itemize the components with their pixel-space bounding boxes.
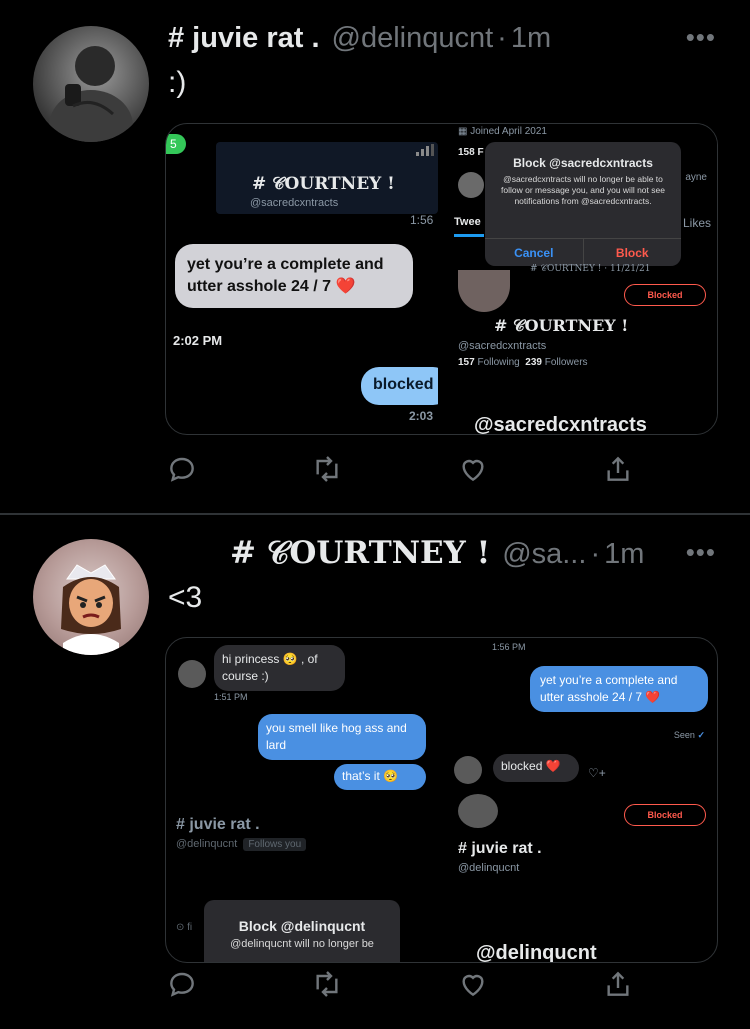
tweet-header: # 𝒞OURTNEY ! @sa... · 1m: [230, 535, 644, 572]
reply-icon[interactable]: [165, 452, 199, 486]
message-time: 1:56: [410, 213, 434, 227]
avatar: [458, 270, 510, 312]
dialog-body: @delinqucnt will no longer be: [230, 938, 374, 950]
avatar: [178, 660, 206, 688]
timestamp[interactable]: 1m: [511, 22, 551, 55]
blocked-button: Blocked: [624, 804, 706, 826]
profile-name: # 𝒞OURTNEY !: [494, 316, 629, 335]
timestamp[interactable]: 1m: [604, 538, 644, 571]
dm-screenshot: 1:56 PM yet you’re a complete and utter …: [438, 638, 717, 963]
location-icon: ⊙ fi: [176, 922, 193, 933]
tweet-header: # juvie rat . @delinqucnt · 1m: [168, 22, 551, 55]
avatar: [454, 756, 482, 784]
sent-message: that’s it 🥺: [334, 764, 426, 790]
tweet-actions: [165, 967, 635, 1001]
dialog-title: Block @delinqucnt: [238, 918, 366, 934]
avatar[interactable]: [33, 539, 149, 655]
avatar: [458, 794, 498, 828]
avatar-cartoon: [61, 564, 121, 655]
tweet-media[interactable]: hi princess 🥺 , of course :) 1:51 PM you…: [165, 637, 718, 963]
blocked-button: Blocked: [624, 284, 706, 306]
tab-underline: [454, 234, 484, 237]
signal-icon: [416, 144, 436, 158]
dialog-buttons: Cancel Block: [485, 238, 681, 266]
separator-dot: ·: [590, 538, 601, 570]
message-time: 2:02 PM: [173, 333, 223, 348]
retweet-icon[interactable]: [310, 452, 344, 486]
received-message: blocked ❤️: [493, 754, 579, 782]
joined-date: ▦ Joined April 2021: [458, 126, 547, 137]
received-message: hi princess 🥺 , of course :): [214, 645, 345, 691]
tweet-text: <3: [168, 581, 203, 614]
sent-message: you smell like hog ass and lard: [258, 714, 426, 760]
reply-icon[interactable]: [165, 967, 199, 1001]
profile-handle: @sacredcxntracts: [458, 340, 547, 352]
follow-stats: 157 Following 239 Followers: [458, 357, 588, 368]
profile-name: # juvie rat .: [458, 840, 542, 857]
message-time: 1:56 PM: [492, 642, 526, 652]
tab-tweets: Twee: [454, 216, 481, 228]
received-message: yet you’re a complete and utter asshole …: [175, 244, 413, 308]
tweet[interactable]: # juvie rat . @delinqucnt · 1m ••• :) 5 …: [0, 0, 750, 513]
profile-handle: @delinqucnt Follows you: [176, 838, 307, 851]
avatar-photo: [49, 46, 133, 142]
tab-likes: Likes: [682, 216, 711, 230]
display-name[interactable]: # juvie rat .: [168, 22, 320, 55]
tweet-actions: [165, 452, 635, 486]
chat-contact-name: # 𝒞OURTNEY !: [252, 174, 395, 194]
block-dialog: Block @delinqucnt @delinqucnt will no lo…: [204, 900, 400, 962]
more-options-icon[interactable]: •••: [686, 22, 716, 53]
avatar[interactable]: [33, 26, 149, 142]
add-reaction-icon: ♡+: [588, 766, 606, 780]
following-label: Following: [477, 357, 520, 368]
share-icon[interactable]: [601, 967, 635, 1001]
tweet[interactable]: # 𝒞OURTNEY ! @sa... · 1m ••• <3 hi princ…: [0, 515, 750, 1029]
avatar: [458, 172, 484, 198]
dm-screenshot: 5 # 𝒞OURTNEY ! @sacredcxntracts 1:56 yet…: [166, 124, 451, 434]
followers-label: Followers: [544, 357, 588, 368]
notification-badge: 5: [166, 134, 186, 154]
block-button: Block: [615, 246, 649, 260]
message-time: 1:51 PM: [214, 692, 248, 702]
user-handle[interactable]: @sa...: [502, 538, 586, 571]
profile-screenshot: ▦ Joined April 2021 158 F ayne Twee Like…: [438, 124, 717, 435]
separator-dot: ·: [497, 22, 507, 54]
sent-message: yet you’re a complete and utter asshole …: [530, 666, 708, 712]
profile-handle: @delinqucnt: [458, 862, 520, 874]
followers-count: 239: [525, 357, 542, 368]
follow-count: 158 F: [458, 147, 484, 158]
follows-you-badge: Follows you: [243, 838, 307, 851]
retweet-icon[interactable]: [310, 967, 344, 1001]
watermark: @delinqucnt: [476, 942, 597, 963]
profile-name: # juvie rat .: [176, 816, 260, 833]
share-icon[interactable]: [601, 452, 635, 486]
more-options-icon[interactable]: •••: [686, 537, 716, 568]
watermark: @sacredcxntracts: [474, 414, 647, 435]
seen-indicator: Seen ✓: [673, 730, 705, 740]
tweet-preview-line: # 𝒞OURTNEY ! · 11/21/21: [530, 264, 651, 274]
dialog-title: Block @sacredcxntracts: [513, 156, 653, 170]
message-time: 2:03: [409, 409, 434, 423]
chat-contact-handle: @sacredcxntracts: [250, 197, 339, 209]
cancel-button: Cancel: [485, 239, 584, 266]
like-icon[interactable]: [456, 967, 490, 1001]
dm-screenshot: hi princess 🥺 , of course :) 1:51 PM you…: [166, 638, 438, 962]
dialog-body: @sacredcxntracts will no longer be able …: [501, 174, 665, 206]
check-icon: ✓: [697, 730, 705, 740]
user-handle[interactable]: @delinqucnt: [332, 22, 494, 55]
tweet-media[interactable]: 5 # 𝒞OURTNEY ! @sacredcxntracts 1:56 yet…: [165, 123, 718, 435]
display-name[interactable]: # 𝒞OURTNEY !: [230, 535, 490, 572]
block-dialog: Block @sacredcxntracts @sacredcxntracts …: [485, 142, 681, 266]
like-icon[interactable]: [456, 452, 490, 486]
partial-text: ayne: [685, 172, 707, 183]
following-count: 157: [458, 357, 475, 368]
tweet-text: :): [168, 66, 187, 99]
